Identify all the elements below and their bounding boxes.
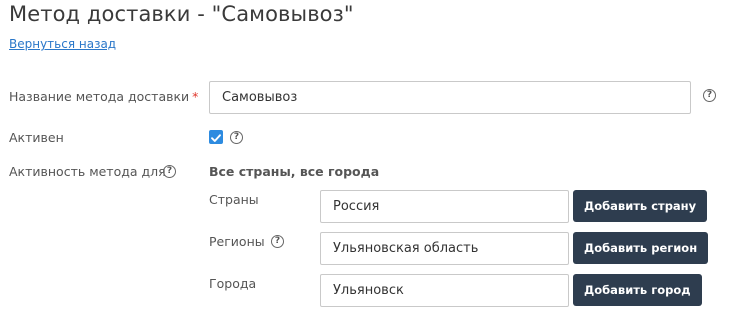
help-icon[interactable]: ? — [271, 235, 284, 248]
active-checkbox[interactable] — [209, 130, 223, 144]
page-title: Метод доставки - "Самовывоз" — [9, 2, 354, 26]
add-city-button[interactable]: Добавить город — [573, 274, 702, 306]
add-country-button[interactable]: Добавить страну — [573, 190, 708, 222]
cities-input[interactable] — [320, 274, 569, 307]
countries-label: Страны — [209, 192, 259, 207]
back-link[interactable]: Вернуться назад — [9, 37, 116, 51]
regions-label: Регионы — [209, 234, 265, 249]
method-name-label: Название метода доставки — [9, 89, 190, 104]
help-icon[interactable]: ? — [163, 165, 176, 178]
countries-input[interactable] — [320, 190, 569, 223]
help-icon[interactable]: ? — [230, 131, 243, 144]
regions-input[interactable] — [320, 232, 569, 265]
method-name-label-row: Название метода доставки * — [9, 89, 198, 104]
method-name-input[interactable] — [209, 81, 691, 114]
help-icon[interactable]: ? — [703, 89, 716, 102]
checkmark-icon — [211, 134, 221, 142]
active-label: Активен — [9, 130, 64, 145]
add-region-button[interactable]: Добавить регион — [573, 232, 709, 264]
cities-label: Города — [209, 276, 257, 291]
required-mark: * — [192, 89, 199, 104]
activity-label: Активность метода для — [9, 164, 166, 179]
activity-summary: Все страны, все города — [209, 164, 380, 179]
